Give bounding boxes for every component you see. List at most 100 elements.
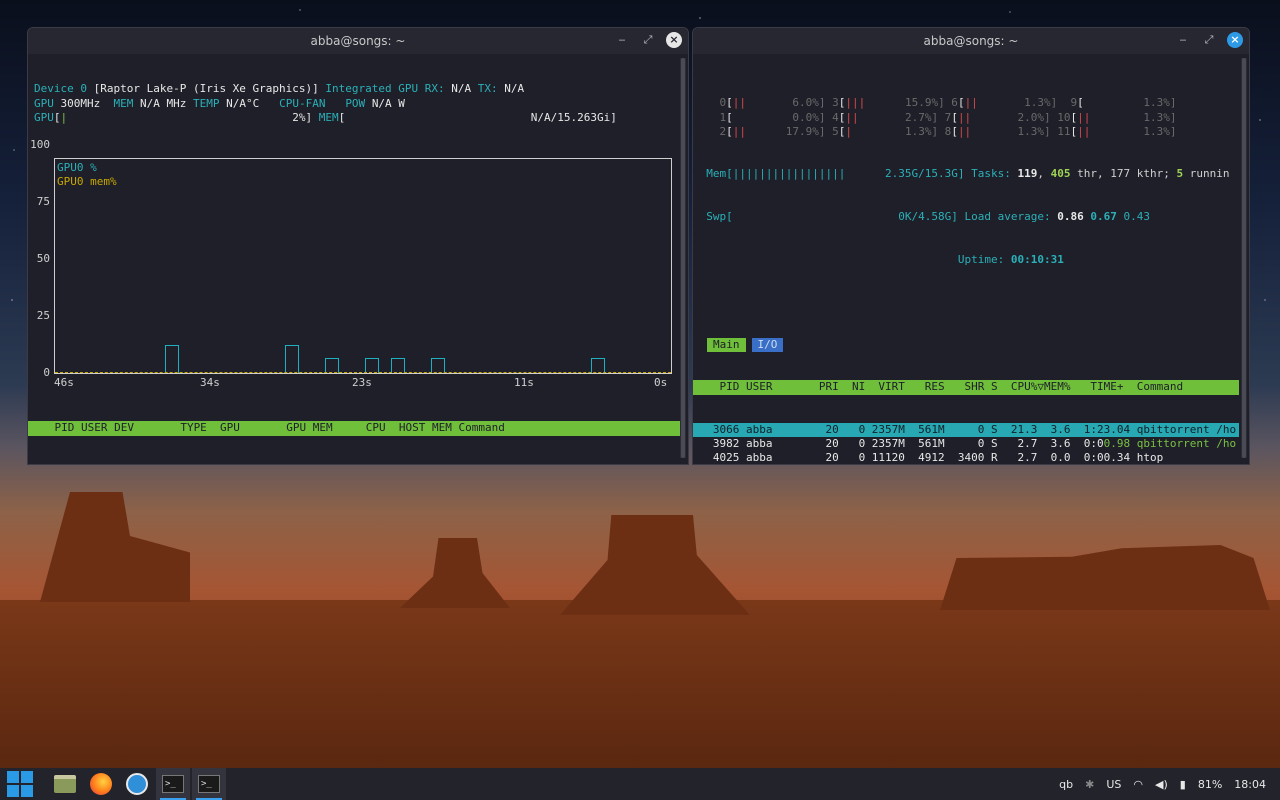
battery-icon[interactable]: ▮: [1180, 778, 1186, 791]
info-segment: POW: [345, 96, 372, 110]
graph-bar: [591, 358, 605, 373]
meter-text: 1.3%]: [1090, 110, 1177, 124]
minimize-icon[interactable]: ‒: [614, 32, 630, 48]
info-segment: CPU-FAN: [279, 96, 346, 110]
meter-text: 1.3%] 9: [977, 96, 1078, 110]
table-row[interactable]: 1655 abba 0 Graphic 2% 177MiB 1% 2% 261M…: [28, 464, 682, 465]
htop-terminal[interactable]: 0[|| 6.0%] 3[||| 15.9%] 6[|| 1.3%] 9[ 1.…: [693, 68, 1239, 464]
info-segment: MEM: [113, 96, 140, 110]
wallpaper-ground: [0, 600, 1280, 770]
meter-bars: |: [845, 124, 852, 138]
meter-text: 2: [693, 124, 727, 138]
proc-table[interactable]: 1655 abba 0 Graphic 2% 177MiB 1% 2% 261M…: [28, 464, 682, 465]
volume-icon[interactable]: ◀): [1155, 778, 1168, 791]
keyboard-layout[interactable]: US: [1106, 778, 1121, 791]
meter-text: 1.3%]: [1083, 96, 1177, 110]
info-segment: N/A: [504, 82, 525, 96]
meter-text: 1.3%]: [1090, 124, 1177, 138]
input-method-indicator[interactable]: qb: [1059, 778, 1073, 791]
meter-bars: ||: [957, 124, 972, 138]
row-command: 0.98 qbittorrent /ho: [1103, 437, 1237, 451]
info-segment: N/A MHz: [139, 96, 193, 110]
table-row[interactable]: 3982 abba 20 0 2357M 561M 0 S 2.7 3.6 0:…: [693, 437, 1239, 451]
proc-table-header[interactable]: PID USER PRI NI VIRT RES SHR S CPU%▽MEM%…: [693, 380, 1239, 395]
gpu-usage-graph: GPU0 % GPU0 mem%: [54, 158, 672, 374]
row-cells: 3982 abba 20 0 2357M 561M 0 S 2.7 3.6 0:…: [693, 437, 1104, 451]
info-segment: [Raptor Lake-P (Iris Xe Graphics)]: [93, 82, 326, 96]
scrollbar[interactable]: [1241, 58, 1247, 458]
graph-bar: [431, 358, 445, 373]
proc-table-header: PID USER DEV TYPE GPU GPU MEM CPU HOST M…: [28, 421, 682, 436]
close-icon[interactable]: ×: [666, 32, 682, 48]
info-segment: [: [53, 110, 61, 124]
battery-percent[interactable]: 81%: [1198, 778, 1222, 791]
htop-tabs[interactable]: Main I/O: [693, 337, 1239, 352]
wallpaper-butte-mid: [400, 538, 510, 608]
files-launcher[interactable]: [48, 768, 82, 800]
maximize-icon[interactable]: ⤢: [640, 32, 656, 48]
info-segment: GPU: [34, 110, 54, 124]
terminal-icon: >_: [162, 775, 184, 793]
terminal-task-2[interactable]: >_: [192, 768, 226, 800]
proc-table[interactable]: 3066 abba 20 0 2357M 561M 0 S 21.3 3.6 1…: [693, 422, 1239, 465]
table-row[interactable]: 3066 abba 20 0 2357M 561M 0 S 21.3 3.6 1…: [693, 422, 1239, 438]
swap-meter-row: Swp[ 0K/4.58G] Load average: 0.86 0.67 0…: [693, 209, 1150, 223]
wallpaper-butte-center: [560, 515, 750, 615]
window-titlebar[interactable]: abba@songs: ~ ‒ ⤢ ×: [693, 28, 1249, 54]
close-icon[interactable]: ×: [1227, 32, 1243, 48]
meter-bracket: [: [957, 96, 965, 110]
row-type: Graphic: [141, 464, 187, 465]
info-segment: Integrated GPU: [325, 82, 425, 96]
meter-text: 1.3%] 11: [971, 124, 1071, 138]
y-tick-label: 50: [36, 252, 50, 265]
meter-text: 17.9%] 5: [746, 124, 839, 138]
info-segment: [ N/A/15.263Gi]: [338, 110, 617, 124]
minimize-icon[interactable]: ‒: [1175, 32, 1191, 48]
meter-bracket: [: [726, 96, 733, 110]
info-line: GPU 300MHz MEM N/A MHz TEMP N/A°C CPU-FA…: [34, 97, 674, 111]
tab-io[interactable]: I/O: [751, 337, 784, 352]
htop-window[interactable]: abba@songs: ~ ‒ ⤢ × 0[|| 6.0%] 3[||| 15.…: [692, 27, 1250, 465]
info-segment: RX:: [424, 82, 452, 96]
clock[interactable]: 18:04: [1234, 778, 1266, 791]
wallpaper-butte-right: [940, 545, 1270, 610]
scrollbar[interactable]: [680, 58, 686, 458]
meter-text: 1: [693, 110, 727, 124]
info-line: Device 0 [Raptor Lake-P (Iris Xe Graphic…: [34, 82, 674, 96]
maximize-icon[interactable]: ⤢: [1201, 32, 1217, 48]
wifi-icon[interactable]: ◠: [1133, 778, 1143, 791]
x-tick-label: 34s: [200, 376, 220, 391]
info-segment: N/A W: [371, 96, 405, 110]
wallpaper-butte-left: [40, 492, 190, 602]
cpu-meter-row: 2[|| 17.9%] 5[| 1.3%] 8[|| 1.3%] 11[|| 1…: [693, 125, 1239, 139]
terminal-task-1[interactable]: >_: [156, 768, 190, 800]
table-row[interactable]: 4025 abba 20 0 11120 4912 3400 R 2.7 0.0…: [693, 451, 1239, 465]
y-tick-label: 25: [36, 309, 50, 322]
nvtop-terminal[interactable]: Device 0 [Raptor Lake-P (Iris Xe Graphic…: [28, 54, 682, 464]
cpu-meter-row: 1[ 0.0%] 4[|| 2.7%] 7[|| 2.0%] 10[|| 1.3…: [693, 111, 1239, 125]
window-titlebar[interactable]: abba@songs: ~ ‒ ⤢ ×: [28, 28, 688, 54]
gpu-info: Device 0 [Raptor Lake-P (Iris Xe Graphic…: [34, 82, 674, 125]
meter-text: 2.0%] 10: [971, 110, 1071, 124]
meter-bracket: [: [1077, 96, 1084, 110]
row-command: 0.34 htop: [1103, 451, 1164, 465]
tab-main[interactable]: Main: [707, 337, 746, 352]
meter-bars: ||: [964, 96, 978, 110]
meter-bars: ||: [845, 110, 859, 124]
x-tick-label: 11s: [514, 376, 534, 391]
y-tick-label: 75: [36, 195, 50, 208]
meter-text: 6.0%] 3: [746, 96, 839, 110]
window-title: abba@songs: ~: [310, 34, 406, 48]
files-icon: [54, 775, 76, 793]
nvtop-window[interactable]: abba@songs: ~ ‒ ⤢ × Device 0 [Raptor Lak…: [27, 27, 689, 465]
graph-bar: [365, 358, 379, 373]
taskbar: >_ >_ qb ✱ US ◠ ◀) ▮ 81% 18:04: [0, 768, 1280, 800]
graph-legend-mem: GPU0 mem%: [57, 175, 117, 188]
bluetooth-icon[interactable]: ✱: [1085, 778, 1094, 791]
meter-text: 2.7%] 7: [858, 110, 952, 124]
start-menu-button[interactable]: [0, 768, 40, 800]
browser-launcher[interactable]: [120, 768, 154, 800]
meter-bracket: [: [726, 110, 733, 124]
meter-bars: |||: [845, 96, 866, 110]
firefox-launcher[interactable]: [84, 768, 118, 800]
